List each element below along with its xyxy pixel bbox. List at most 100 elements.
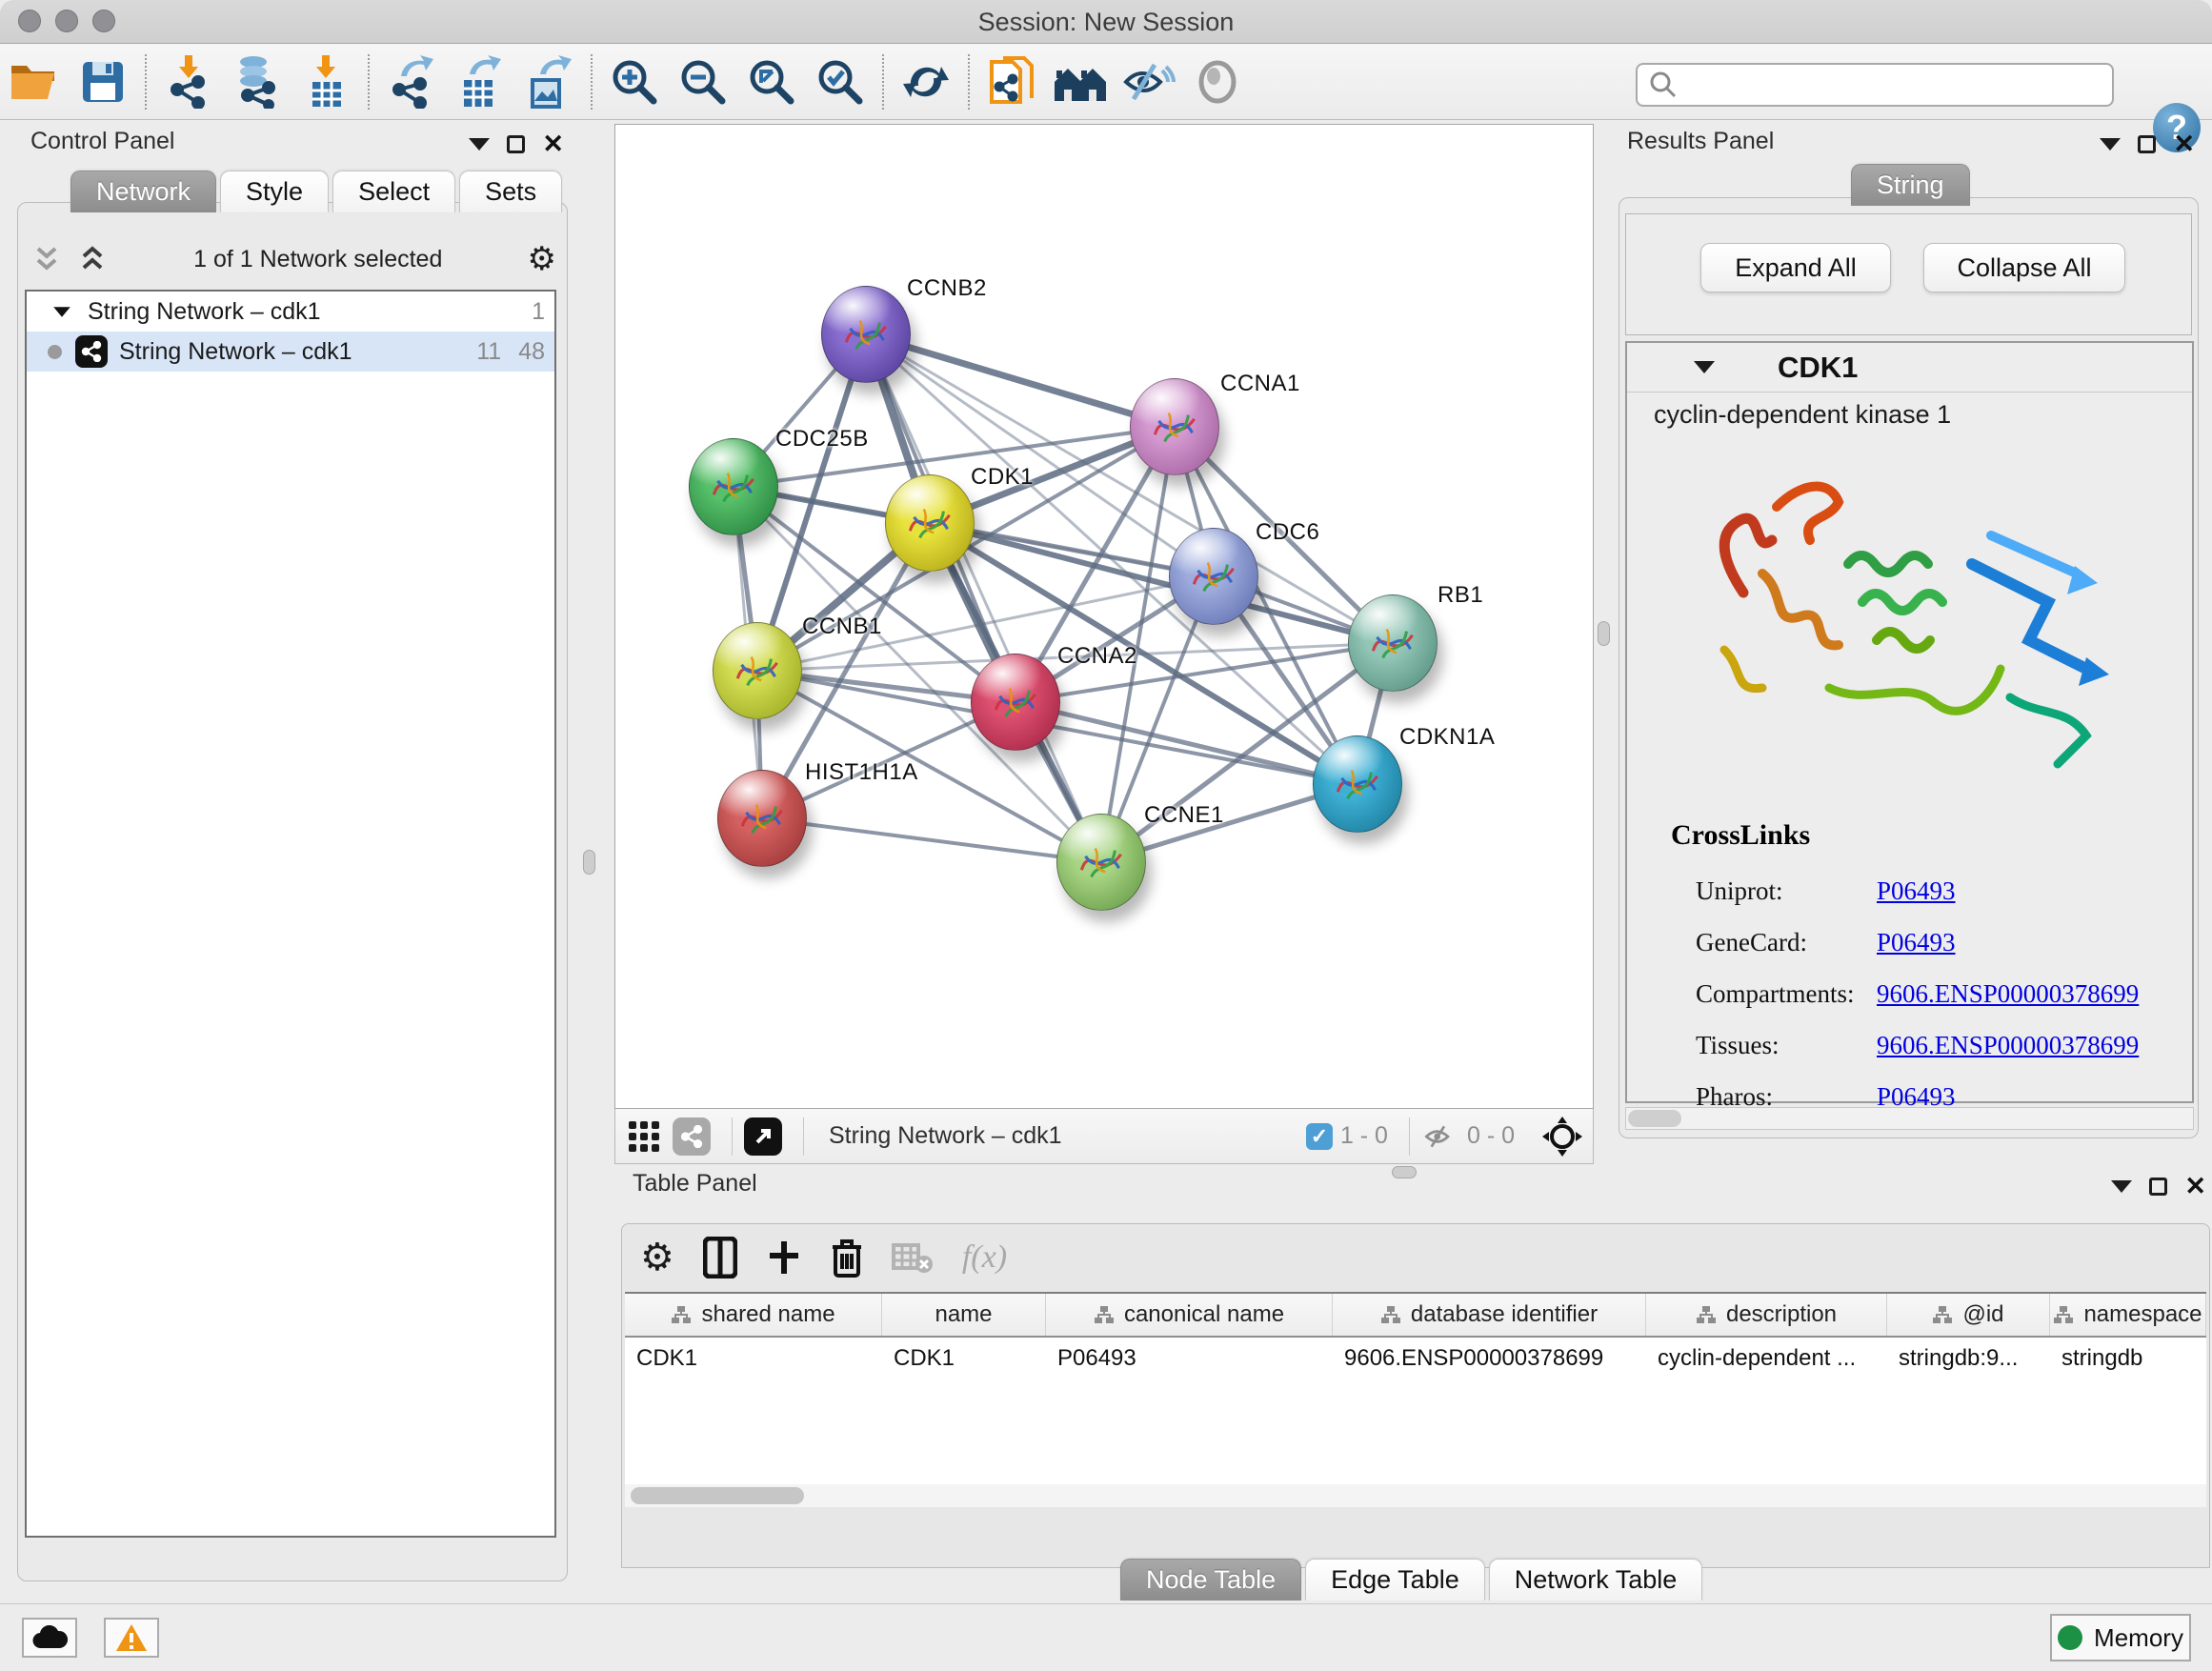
panel-float-icon[interactable] <box>507 135 525 153</box>
show-hidden-button[interactable] <box>1183 51 1252 112</box>
tab-network-table[interactable]: Network Table <box>1489 1559 1703 1601</box>
table-row[interactable]: CDK1CDK1P064939606.ENSP00000378699cyclin… <box>625 1338 2206 1379</box>
selected-checkbox-icon[interactable]: ✓ <box>1306 1123 1333 1150</box>
table-options-gear-icon[interactable]: ⚙ <box>640 1238 674 1277</box>
crosslink-link[interactable]: 9606.ENSP00000378699 <box>1877 1031 2139 1060</box>
network-node-CCNA2[interactable] <box>971 654 1060 751</box>
tab-select[interactable]: Select <box>332 171 455 212</box>
crosslink-row: Uniprot:P06493 <box>1671 865 2166 916</box>
network-node-CCNA1[interactable] <box>1130 378 1219 475</box>
network-node-RB1[interactable] <box>1348 594 1438 692</box>
column-header-name[interactable]: name <box>882 1294 1046 1336</box>
tree-expander-icon[interactable] <box>53 307 70 316</box>
export-network-button[interactable] <box>377 51 446 112</box>
panel-menu-icon[interactable] <box>2111 1180 2132 1193</box>
tab-network[interactable]: Network <box>70 171 216 212</box>
network-node-CDC6[interactable] <box>1169 528 1258 625</box>
zoom-out-button[interactable] <box>669 51 737 112</box>
first-neighbors-button[interactable] <box>1046 51 1115 112</box>
crosslink-link[interactable]: P06493 <box>1877 876 1956 906</box>
import-network-database-button[interactable] <box>223 51 292 112</box>
column-header-canonical-name[interactable]: canonical name <box>1046 1294 1333 1336</box>
network-options-gear-icon[interactable]: ⚙ <box>528 243 556 275</box>
export-table-button[interactable] <box>446 51 514 112</box>
results-scrollbar[interactable] <box>1625 1107 2194 1130</box>
import-network-file-button[interactable] <box>154 51 223 112</box>
add-column-icon[interactable] <box>766 1239 802 1276</box>
search-field[interactable] <box>1636 63 2114 107</box>
zoom-fit-button[interactable] <box>737 51 806 112</box>
expand-all-button[interactable]: Expand All <box>1700 243 1891 292</box>
warning-status-button[interactable] <box>104 1618 159 1658</box>
entry-expander-icon[interactable] <box>1694 361 1715 373</box>
zoom-selected-button[interactable] <box>806 51 875 112</box>
network-edge-HIST1H1A-CCNE1[interactable] <box>762 818 1101 862</box>
column-header-database-identifier[interactable]: database identifier <box>1333 1294 1646 1336</box>
refresh-view-button[interactable] <box>892 51 960 112</box>
save-session-button[interactable] <box>69 51 137 112</box>
column-header-description[interactable]: description <box>1646 1294 1887 1336</box>
network-node-CCNB2[interactable] <box>821 286 911 383</box>
right-splitter-handle[interactable] <box>1598 621 1610 646</box>
network-node-CDKN1A[interactable] <box>1313 735 1402 833</box>
cloud-status-button[interactable] <box>22 1618 77 1658</box>
panel-close-icon[interactable]: ✕ <box>2173 131 2195 157</box>
panel-close-icon[interactable]: ✕ <box>542 131 564 157</box>
network-node-CDC25B[interactable] <box>689 438 778 535</box>
column-header-namespace[interactable]: namespace <box>2050 1294 2206 1336</box>
panel-float-icon[interactable] <box>2138 135 2156 153</box>
expand-all-icon[interactable] <box>76 245 109 273</box>
open-in-string-button[interactable] <box>977 51 1046 112</box>
tab-style[interactable]: Style <box>220 171 329 212</box>
column-header-shared-name[interactable]: shared name <box>625 1294 882 1336</box>
network-node-CCNE1[interactable] <box>1056 814 1146 911</box>
table-cell[interactable]: stringdb <box>2050 1338 2206 1379</box>
network-edge-CCNA2-CDKN1A[interactable] <box>1016 702 1357 784</box>
export-image-button[interactable] <box>514 51 583 112</box>
network-edge-CCNB2-CCNA1[interactable] <box>866 334 1175 427</box>
zoom-in-button[interactable] <box>600 51 669 112</box>
open-session-button[interactable] <box>0 51 69 112</box>
table-cell[interactable]: 9606.ENSP00000378699 <box>1333 1338 1646 1379</box>
results-scrollbar-thumb[interactable] <box>1628 1110 1681 1127</box>
table-scrollbar[interactable] <box>625 1484 2206 1507</box>
panel-float-icon[interactable] <box>2149 1178 2167 1196</box>
network-canvas[interactable]: CCNB2CCNA1CDC25BCDK1CDC6RB1CCNB1CCNA2CDK… <box>614 124 1594 1109</box>
delete-column-icon[interactable] <box>831 1238 863 1278</box>
panel-menu-icon[interactable] <box>2100 138 2121 151</box>
tab-edge-table[interactable]: Edge Table <box>1305 1559 1485 1601</box>
open-external-view-button[interactable] <box>744 1117 782 1156</box>
fit-crosshair-icon[interactable] <box>1541 1116 1583 1158</box>
table-scrollbar-thumb[interactable] <box>631 1487 804 1504</box>
panel-close-icon[interactable]: ✕ <box>2184 1174 2206 1199</box>
network-collection-row[interactable]: String Network – cdk1 1 <box>27 292 554 332</box>
network-node-HIST1H1A[interactable] <box>717 770 807 867</box>
table-cell[interactable]: CDK1 <box>625 1338 882 1379</box>
tab-sets[interactable]: Sets <box>459 171 562 212</box>
network-row[interactable]: String Network – cdk1 11 48 <box>27 332 554 372</box>
node-label-CCNB1: CCNB1 <box>802 614 882 640</box>
table-cell[interactable]: cyclin-dependent ... <box>1646 1338 1887 1379</box>
network-node-CDK1[interactable] <box>885 474 975 572</box>
left-splitter-handle[interactable] <box>583 850 595 875</box>
hide-selected-button[interactable] <box>1115 51 1183 112</box>
string-view-button[interactable] <box>673 1117 711 1156</box>
table-cell[interactable]: stringdb:9... <box>1887 1338 2050 1379</box>
table-cell[interactable]: CDK1 <box>882 1338 1046 1379</box>
show-columns-icon[interactable] <box>703 1237 737 1278</box>
tab-node-table[interactable]: Node Table <box>1120 1559 1301 1601</box>
table-cell[interactable]: P06493 <box>1046 1338 1333 1379</box>
memory-button[interactable]: Memory <box>2050 1614 2191 1661</box>
panel-menu-icon[interactable] <box>469 138 490 151</box>
collapse-all-icon[interactable] <box>30 245 63 273</box>
crosslink-link[interactable]: 9606.ENSP00000378699 <box>1877 979 2139 1009</box>
search-input[interactable] <box>1687 65 2112 105</box>
import-table-file-button[interactable] <box>292 51 360 112</box>
collapse-all-button[interactable]: Collapse All <box>1923 243 2125 292</box>
network-node-CCNB1[interactable] <box>713 622 802 719</box>
protein-entry-header[interactable]: CDK1 <box>1627 343 2192 393</box>
tab-string[interactable]: String <box>1851 164 1970 206</box>
crosslink-link[interactable]: P06493 <box>1877 928 1956 957</box>
column-header-@id[interactable]: @id <box>1887 1294 2050 1336</box>
grid-view-button[interactable] <box>625 1117 663 1156</box>
